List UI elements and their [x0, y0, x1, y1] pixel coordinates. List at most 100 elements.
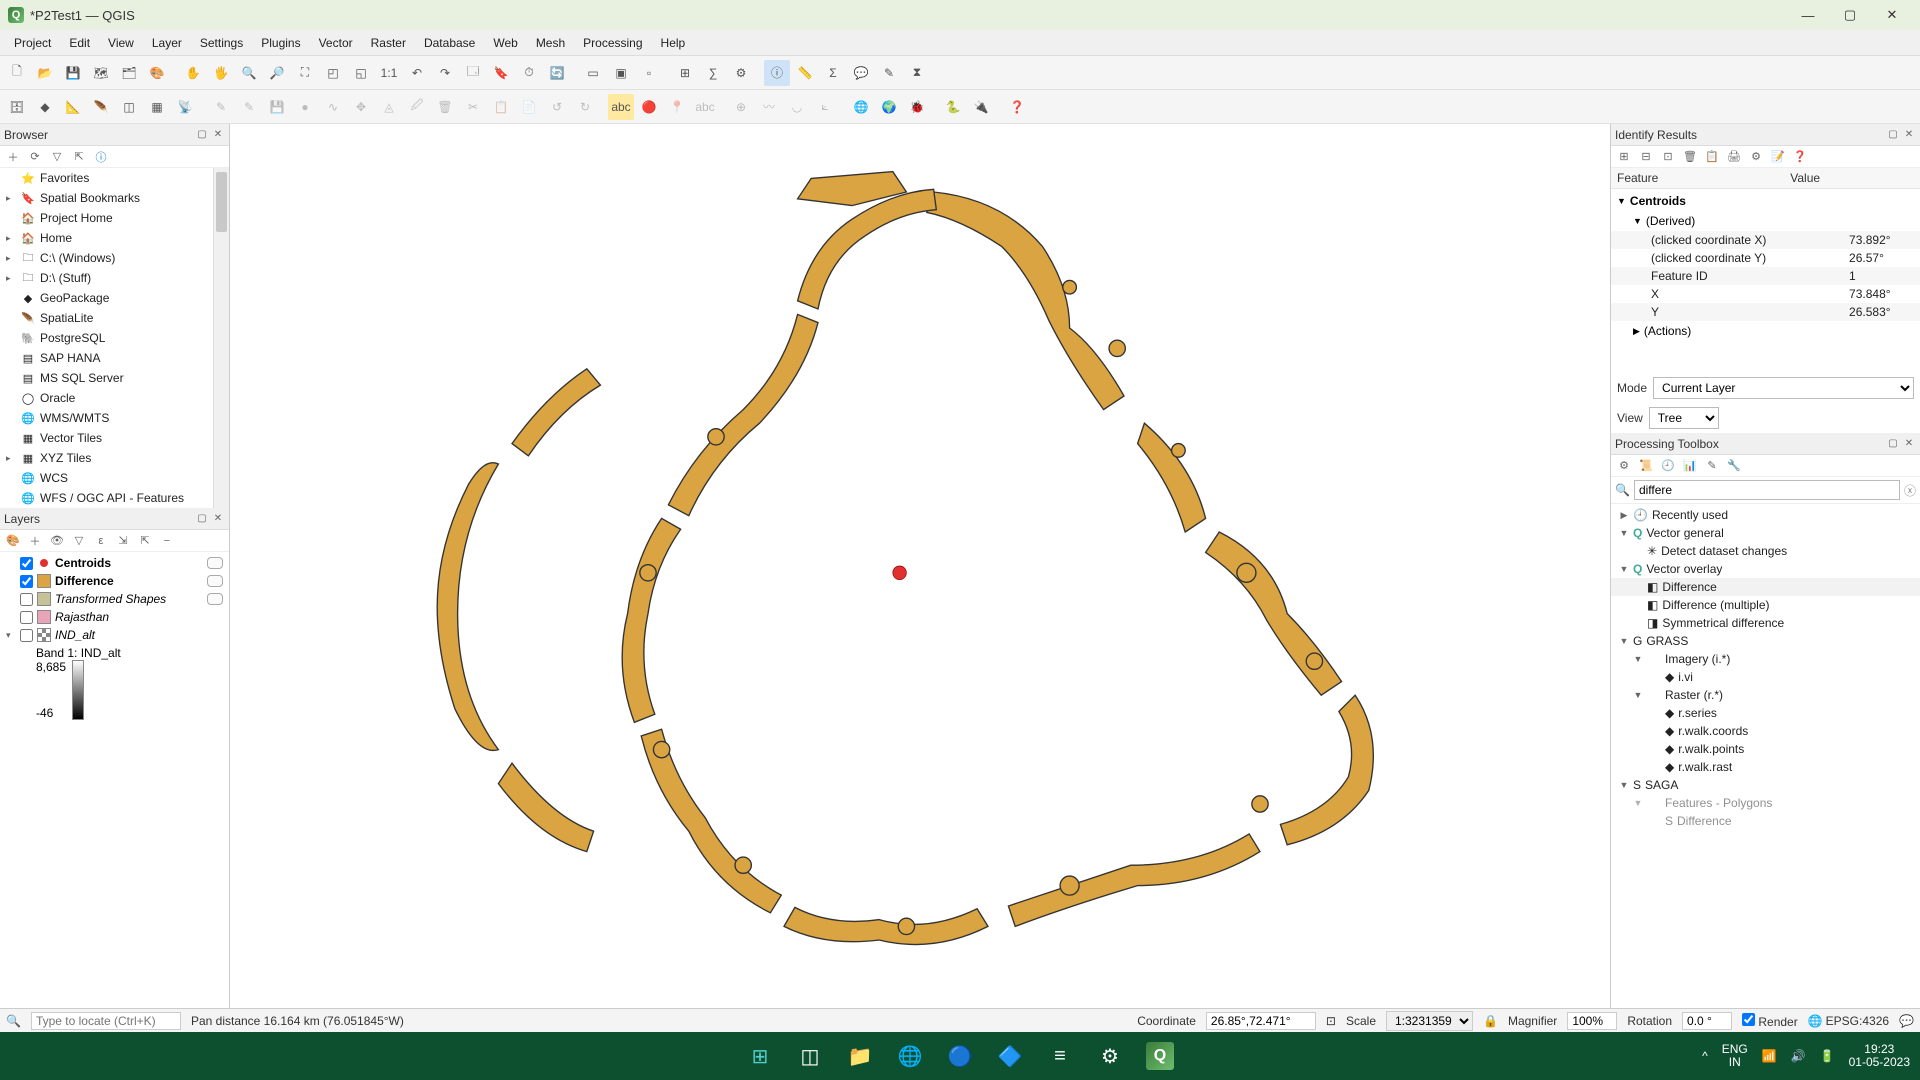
enable-tracing-icon[interactable]: ◡ [784, 94, 810, 120]
edit-in-place-icon[interactable]: ✎ [1703, 457, 1721, 475]
topology-checker-icon[interactable]: 🐞 [904, 94, 930, 120]
zoom-native-icon[interactable]: 1:1 [376, 60, 402, 86]
view-select[interactable]: Tree [1649, 407, 1719, 429]
filter-legend-icon[interactable]: ▽ [70, 532, 88, 550]
filter-browser-icon[interactable]: ▽ [48, 148, 66, 166]
toolbox-item[interactable]: SDifference [1611, 812, 1920, 830]
clear-search-icon[interactable]: ⓧ [1904, 482, 1916, 499]
open-project-icon[interactable]: 📂 [32, 60, 58, 86]
menu-vector[interactable]: Vector [311, 33, 361, 53]
identify-layer-row[interactable]: ▼Centroids [1611, 191, 1920, 211]
mode-select[interactable]: Current Layer [1653, 377, 1914, 399]
browser-item[interactable]: ▸▦XYZ Tiles [0, 448, 213, 468]
browser-scrollbar[interactable] [213, 168, 229, 508]
new-spatialite-icon[interactable]: 🪶 [88, 94, 114, 120]
auto-form-icon[interactable]: 📝 [1769, 148, 1787, 166]
move-feature-icon[interactable]: ✥ [348, 94, 374, 120]
layers-close-icon[interactable]: ✕ [211, 512, 225, 526]
browser-item[interactable]: 🌐WCS [0, 468, 213, 488]
task-view-icon[interactable]: ◫ [790, 1036, 830, 1076]
toolbox-item[interactable]: ◧Difference [1611, 578, 1920, 596]
chrome-icon[interactable]: 🔵 [940, 1036, 980, 1076]
pin-labels-icon[interactable]: 📍 [664, 94, 690, 120]
redo-icon[interactable]: ↻ [572, 94, 598, 120]
browser-item[interactable]: ▸🏠Home [0, 228, 213, 248]
new-mesh-icon[interactable]: ▦ [144, 94, 170, 120]
vertex-tool-icon[interactable]: ◬ [376, 94, 402, 120]
properties-icon[interactable]: ⓘ [92, 148, 110, 166]
toolbox-close-icon[interactable]: ✕ [1902, 437, 1916, 451]
extents-icon[interactable]: ⊡ [1326, 1014, 1336, 1028]
identify-result-row[interactable]: Feature ID1 [1611, 267, 1920, 285]
magnifier-input[interactable] [1567, 1012, 1617, 1030]
refresh-icon[interactable]: 🔄 [544, 60, 570, 86]
new-map-view-icon[interactable]: 🗔 [460, 60, 486, 86]
toggle-editing-icon[interactable]: ✎ [236, 94, 262, 120]
zoom-last-icon[interactable]: ↶ [404, 60, 430, 86]
metasearch-icon[interactable]: 🌐 [848, 94, 874, 120]
layer-visibility-checkbox[interactable] [20, 611, 33, 624]
layers-tree[interactable]: CentroidsDifferenceTransformed ShapesRaj… [0, 552, 229, 1008]
toolbox-icon[interactable]: ⚙ [728, 60, 754, 86]
new-bookmark-icon[interactable]: 🔖 [488, 60, 514, 86]
maptips-icon[interactable]: 💬 [848, 60, 874, 86]
browser-item[interactable]: ▸🗀D:\ (Stuff) [0, 268, 213, 288]
steam-icon[interactable]: ⚙ [1090, 1036, 1130, 1076]
options-icon[interactable]: 🔧 [1725, 457, 1743, 475]
minimize-button[interactable]: — [1788, 2, 1828, 28]
statistics-icon[interactable]: Σ [820, 60, 846, 86]
identify-result-row[interactable]: (clicked coordinate X)73.892° [1611, 231, 1920, 249]
browser-item[interactable]: ◆GeoPackage [0, 288, 213, 308]
new-gps-icon[interactable]: 📡 [172, 94, 198, 120]
wifi-icon[interactable]: 📶 [1762, 1049, 1777, 1063]
scale-select[interactable]: 1:3231359 [1386, 1011, 1473, 1031]
copy-feature-icon[interactable]: 📋 [1703, 148, 1721, 166]
toolbox-item[interactable]: ▼QVector general [1611, 524, 1920, 542]
menu-view[interactable]: View [100, 33, 142, 53]
pan-to-selection-icon[interactable]: 🖐 [208, 60, 234, 86]
layer-visibility-checkbox[interactable] [20, 593, 33, 606]
toolbox-item[interactable]: ▼SSAGA [1611, 776, 1920, 794]
zoom-next-icon[interactable]: ↷ [432, 60, 458, 86]
toolbox-tree[interactable]: ▶🕘Recently used▼QVector general✳Detect d… [1611, 504, 1920, 1008]
toolbox-undock-icon[interactable]: ▢ [1886, 437, 1900, 451]
toolbox-item[interactable]: ▼GGRASS [1611, 632, 1920, 650]
pan-icon[interactable]: ✋ [180, 60, 206, 86]
start-button[interactable]: ⊞ [740, 1036, 780, 1076]
menu-project[interactable]: Project [6, 33, 59, 53]
select-by-value-icon[interactable]: ▣ [608, 60, 634, 86]
identify-close-icon[interactable]: ✕ [1902, 128, 1916, 142]
collapse-tree-icon[interactable]: ⊡ [1659, 148, 1677, 166]
identify-icon[interactable]: ⓘ [764, 60, 790, 86]
browser-tree[interactable]: ⭐Favorites▸🔖Spatial Bookmarks🏠Project Ho… [0, 168, 213, 508]
add-group-icon[interactable]: ＋ [26, 532, 44, 550]
refresh-browser-icon[interactable]: ⟳ [26, 148, 44, 166]
browser-item[interactable]: ⭐Favorites [0, 168, 213, 188]
layers-undock-icon[interactable]: ▢ [195, 512, 209, 526]
render-checkbox-label[interactable]: Render [1742, 1013, 1798, 1029]
zoom-layer-icon[interactable]: ◱ [348, 60, 374, 86]
identify-result-row[interactable]: Y26.583° [1611, 303, 1920, 321]
rotation-input[interactable] [1682, 1012, 1732, 1030]
identify-settings-icon[interactable]: ⚙ [1747, 148, 1765, 166]
toolbox-item[interactable]: ◆r.walk.points [1611, 740, 1920, 758]
clock[interactable]: 19:2301-05-2023 [1849, 1043, 1910, 1069]
add-layer-icon[interactable]: ＋ [4, 148, 22, 166]
menu-processing[interactable]: Processing [575, 33, 650, 53]
collapse-all-layers-icon[interactable]: ⇱ [136, 532, 154, 550]
menu-web[interactable]: Web [485, 33, 525, 53]
python-console-icon[interactable]: 🐍 [940, 94, 966, 120]
layout-manager-icon[interactable]: 🗂 [116, 60, 142, 86]
menu-edit[interactable]: Edit [61, 33, 98, 53]
menu-raster[interactable]: Raster [363, 33, 414, 53]
coordinate-input[interactable] [1206, 1012, 1316, 1030]
expand-all-icon[interactable]: ⇲ [114, 532, 132, 550]
toolbox-item[interactable]: ▼Imagery (i.*) [1611, 650, 1920, 668]
new-project-icon[interactable]: 🗋 [4, 60, 30, 86]
toolbox-item[interactable]: ▼Raster (r.*) [1611, 686, 1920, 704]
browser-item[interactable]: ▤MS SQL Server [0, 368, 213, 388]
show-labels-icon[interactable]: abc [692, 94, 718, 120]
browser-item[interactable]: 🪶SpatiaLite [0, 308, 213, 328]
menu-mesh[interactable]: Mesh [528, 33, 573, 53]
layer-visibility-checkbox[interactable] [20, 575, 33, 588]
